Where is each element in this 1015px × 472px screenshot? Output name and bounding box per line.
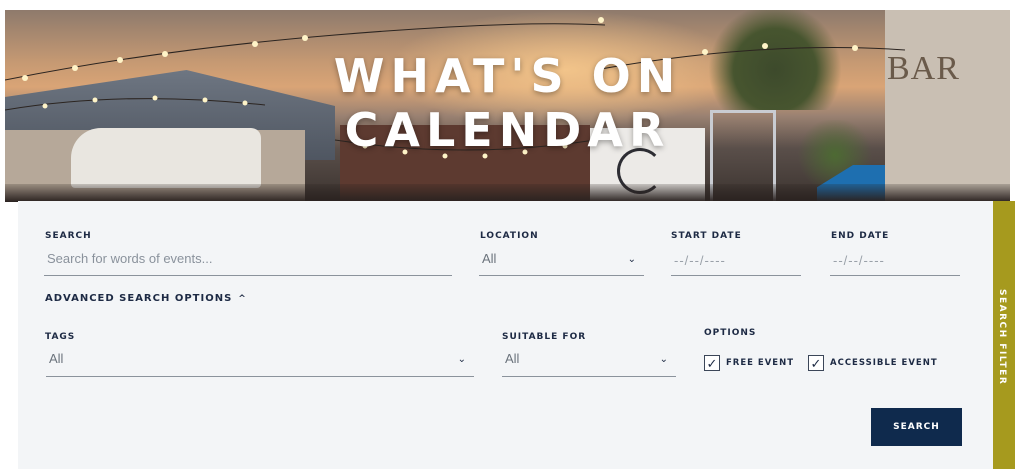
location-select[interactable]: All ⌄: [479, 251, 644, 276]
start-date-value: --/--/----: [674, 253, 726, 268]
end-date-value: --/--/----: [833, 253, 885, 268]
accessible-event-label: ACCESSIBLE EVENT: [830, 358, 938, 368]
search-label: SEARCH: [45, 231, 92, 241]
search-filter-tab-label: SEARCH FILTER: [997, 289, 1007, 386]
chevron-down-icon: ⌄: [659, 354, 668, 365]
search-placeholder: Search for words of events...: [47, 251, 213, 266]
tags-select[interactable]: All ⌄: [46, 351, 474, 377]
page-title: WHAT'S ON CALENDAR: [0, 49, 1015, 157]
suitable-for-select[interactable]: All ⌄: [502, 351, 676, 377]
title-line-2: CALENDAR: [344, 102, 671, 157]
free-event-option[interactable]: ✓ FREE EVENT: [704, 355, 794, 371]
chevron-down-icon: ⌄: [627, 254, 636, 265]
search-filter-tab[interactable]: SEARCH FILTER: [993, 201, 1015, 469]
title-line-1: WHAT'S ON: [333, 48, 682, 103]
tags-label: TAGS: [45, 332, 76, 342]
end-date-input[interactable]: --/--/----: [830, 253, 960, 276]
free-event-checkbox[interactable]: ✓: [704, 355, 720, 371]
accessible-event-checkbox[interactable]: ✓: [808, 355, 824, 371]
suitable-for-value: All: [505, 351, 520, 366]
accessible-event-option[interactable]: ✓ ACCESSIBLE EVENT: [808, 355, 938, 371]
advanced-search-label: ADVANCED SEARCH OPTIONS: [45, 293, 233, 304]
options-label: OPTIONS: [704, 328, 757, 338]
search-input[interactable]: Search for words of events...: [44, 251, 452, 276]
start-date-label: START DATE: [671, 231, 742, 241]
chevron-down-icon: ⌄: [457, 354, 466, 365]
end-date-label: END DATE: [831, 231, 890, 241]
advanced-search-toggle[interactable]: ADVANCED SEARCH OPTIONS ^: [45, 293, 247, 304]
crowd: [5, 184, 1010, 202]
location-value: All: [482, 251, 497, 266]
chevron-up-icon: ^: [238, 294, 247, 304]
start-date-input[interactable]: --/--/----: [671, 253, 801, 276]
location-label: LOCATION: [480, 231, 539, 241]
search-button[interactable]: SEARCH: [871, 408, 962, 446]
free-event-label: FREE EVENT: [726, 358, 795, 368]
check-icon: ✓: [706, 355, 718, 371]
check-icon: ✓: [810, 355, 822, 371]
suitable-for-label: SUITABLE FOR: [502, 332, 587, 342]
tags-value: All: [49, 351, 64, 366]
